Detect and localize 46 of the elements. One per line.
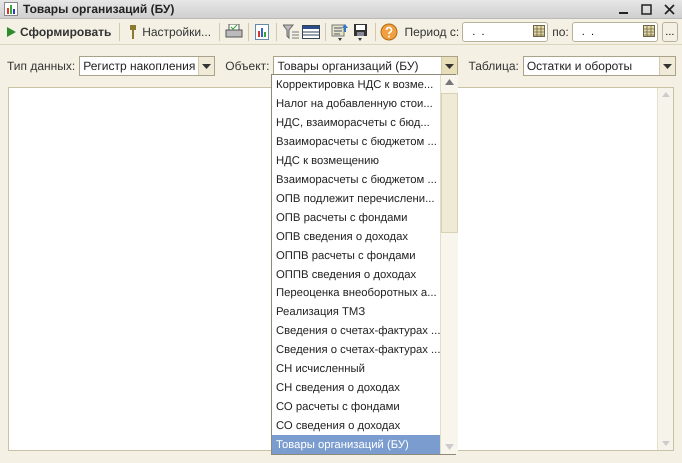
report-icon — [4, 2, 18, 16]
filter-label: Тип данных: — [7, 59, 76, 73]
filter-label: Объект: — [225, 59, 270, 73]
filter-dropdown[interactable]: Остатки и обороты — [522, 56, 676, 76]
filter-label: Таблица: — [468, 59, 519, 73]
minimize-icon — [618, 12, 628, 14]
period-from-label: Период с: — [404, 24, 460, 38]
period-from-field[interactable]: . . — [462, 22, 548, 42]
dropdown-item[interactable]: Сведения о счетах-фактурах ... — [272, 322, 440, 341]
filter-dropdown[interactable]: Регистр накопления — [79, 56, 216, 76]
dropdown-item[interactable]: ОПВ расчеты с фондами — [272, 208, 440, 228]
dropdown-arrow-icon — [663, 64, 672, 68]
play-icon — [7, 26, 16, 36]
calendar-button[interactable] — [533, 24, 546, 38]
filter-dropdown[interactable]: Товары организаций (БУ) — [273, 56, 458, 76]
calendar-button[interactable] — [642, 24, 655, 38]
dropdown-item[interactable]: ОПВ подлежит перечислени... — [272, 189, 440, 208]
dropdown-item[interactable]: ОППВ расчеты с фондами — [272, 246, 440, 266]
dropdown-item[interactable]: Переоценка внеоборотных а... — [272, 284, 440, 303]
dropdown-item[interactable]: СО расчеты с фондами — [272, 397, 440, 416]
window-title: Товары организаций (БУ) — [23, 2, 176, 16]
dropdown-item[interactable]: ОПВ сведения о доходах — [272, 227, 440, 246]
dropdown-item[interactable]: СО сведения о доходах — [272, 416, 440, 436]
calendar-icon — [533, 24, 546, 36]
dropdown-item[interactable]: ОППВ сведения о доходах — [272, 265, 440, 284]
dropdown-item[interactable]: Сведения о счетах-фактурах ... — [272, 340, 440, 360]
dropdown-item[interactable]: Реализация ТМЗ — [272, 302, 440, 322]
dropdown-item[interactable]: Корректировка НДС к возме... — [272, 76, 440, 95]
more-button[interactable]: ... — [662, 22, 678, 42]
period-to-label: по: — [552, 24, 569, 38]
dropdown-arrow-icon — [445, 64, 454, 68]
dropdown-item[interactable]: СН сведения о доходах — [272, 378, 440, 398]
settings-button[interactable]: Настройки... — [125, 20, 214, 42]
generate-button[interactable]: Сформировать — [4, 20, 114, 42]
dropdown-arrow-icon — [202, 64, 212, 68]
dropdown-item[interactable]: НДС к возмещению — [272, 152, 440, 171]
dropdown-item[interactable]: Налог на добавленную стои... — [272, 94, 440, 114]
dropdown-item[interactable]: Взаиморасчеты с бюджетом ... — [272, 132, 440, 152]
wrench-icon — [128, 24, 138, 38]
dropdown-item[interactable]: СН исчисленный — [272, 360, 440, 378]
help-button[interactable] — [380, 20, 398, 42]
calendar-icon — [642, 24, 655, 36]
dropdown-item[interactable]: Взаиморасчеты с бюджетом ... — [272, 170, 440, 190]
dropdown-item[interactable]: НДС, взаиморасчеты с бюд... — [272, 114, 440, 133]
period-to-field[interactable]: . . — [572, 22, 658, 42]
list-scrollbar[interactable] — [440, 75, 458, 454]
